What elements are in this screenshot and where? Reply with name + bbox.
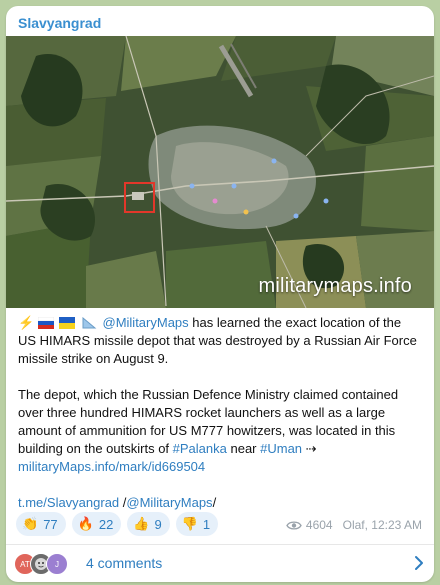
paragraph-2: The depot, which the Russian Defence Min…	[18, 386, 422, 476]
map-link[interactable]: militaryMaps.info/mark/id669504	[18, 459, 205, 474]
message-text: ⚡ @MilitaryMaps has learned the exact lo…	[18, 314, 422, 512]
arrow-glyph: ⇢	[302, 441, 317, 456]
clap-icon: 👏	[22, 516, 39, 531]
paragraph-3: t.me/Slavyangrad /@MilitaryMaps/	[18, 494, 422, 512]
hashtag-uman[interactable]: #Uman	[260, 441, 302, 456]
reaction-clap[interactable]: 👏 77	[16, 512, 66, 536]
reaction-count: 1	[202, 516, 211, 532]
reaction-thumbs-up[interactable]: 👍 9	[127, 512, 170, 536]
lightning-icon: ⚡	[18, 315, 35, 330]
reaction-fire[interactable]: 🔥 22	[71, 512, 122, 536]
message-bubble: Slavyangrad militarymaps.info ⚡ @Militar…	[6, 6, 434, 582]
reaction-count: 9	[154, 516, 162, 532]
reaction-thumbs-down[interactable]: 👎 1	[175, 512, 219, 536]
reactions-bar: 👏 77 🔥 22 👍 9 👎 1	[16, 512, 219, 536]
map-image[interactable]: militarymaps.info	[6, 36, 434, 308]
paragraph-1-text: has learned the exact location of the US…	[18, 315, 417, 366]
thumbs-up-icon: 👍	[133, 516, 150, 531]
link-trailing: /	[212, 495, 217, 510]
satellite-map	[6, 36, 434, 308]
fire-icon: 🔥	[77, 516, 94, 531]
view-count: 4604	[305, 518, 333, 532]
comments-button[interactable]: AT J 4 comments	[6, 545, 434, 582]
paragraph-1: ⚡ @MilitaryMaps has learned the exact lo…	[18, 314, 422, 368]
reaction-count: 77	[43, 516, 58, 532]
russia-flag-icon	[37, 317, 54, 329]
thumbs-down-icon: 👎	[181, 516, 198, 531]
ukraine-flag-icon	[59, 317, 76, 329]
commenter-avatars: AT J	[14, 553, 78, 575]
eye-icon	[286, 520, 302, 530]
triangle-ruler-icon	[82, 317, 97, 329]
channel-name[interactable]: Slavyangrad	[18, 15, 101, 31]
message-meta: 4604 Olaf, 12:23 AM	[286, 518, 422, 532]
mention-militarymaps[interactable]: @MilitaryMaps	[103, 315, 189, 330]
paragraph-2-near: near	[226, 441, 261, 456]
channel-link[interactable]: t.me/Slavyangrad	[18, 495, 119, 510]
mention-militarymaps-footer[interactable]: @MilitaryMaps	[126, 495, 212, 510]
chevron-right-icon	[415, 556, 423, 570]
avatar: J	[46, 553, 68, 575]
map-watermark: militarymaps.info	[258, 275, 412, 297]
reaction-count: 22	[98, 516, 114, 532]
author-time: Olaf, 12:23 AM	[342, 518, 422, 532]
comments-label: 4 comments	[86, 555, 163, 571]
hashtag-palanka[interactable]: #Palanka	[173, 441, 227, 456]
